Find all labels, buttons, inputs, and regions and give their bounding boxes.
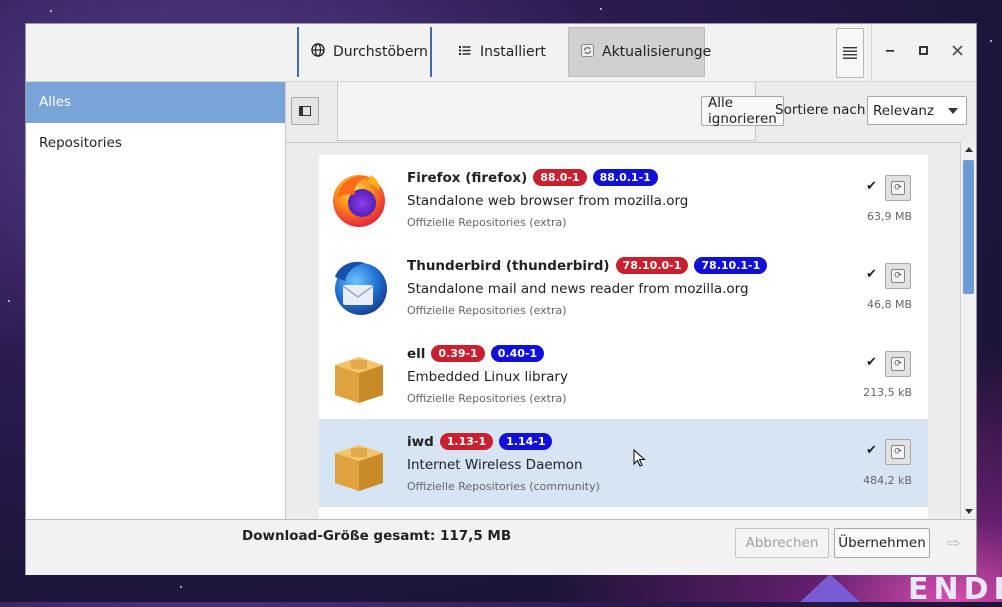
- app-window: Durchstöbern Installiert Aktualisierunge: [26, 24, 976, 575]
- sort-select-value: Relevanz: [873, 102, 935, 119]
- package-box-icon: [329, 433, 389, 493]
- package-repository: Offizielle Repositories (extra): [407, 392, 567, 405]
- package-description: Standalone web browser from mozilla.org: [407, 193, 689, 209]
- minimize-button[interactable]: [885, 40, 895, 56]
- cancel-button[interactable]: Abbrechen: [735, 528, 829, 558]
- checkmark-icon: ✔: [866, 179, 877, 194]
- update-list-scroll[interactable]: Firefox (firefox) 88.0-1 88.0.1-1 Standa…: [286, 142, 960, 520]
- sidebar-toggle-icon: [299, 106, 311, 116]
- sort-label: Sortiere nach: [775, 102, 866, 118]
- refresh-icon: [581, 43, 594, 61]
- list-item[interactable]: ell 0.39-1 0.40-1 Embedded Linux library…: [319, 331, 928, 419]
- sidebar-item-all[interactable]: Alles: [26, 82, 285, 123]
- new-version-badge: 0.40-1: [490, 345, 545, 362]
- list-icon: [458, 45, 472, 60]
- update-list: Firefox (firefox) 88.0-1 88.0.1-1 Standa…: [319, 155, 928, 520]
- package-name: ell: [407, 345, 426, 362]
- header-separator: [871, 24, 872, 81]
- list-item[interactable]: Firefox (firefox) 88.0-1 88.0.1-1 Standa…: [319, 155, 928, 243]
- package-title: Firefox (firefox) 88.0-1 88.0.1-1: [407, 169, 658, 186]
- new-version-badge: 78.10.1-1: [694, 257, 768, 274]
- close-button[interactable]: [952, 44, 963, 60]
- scroll-down-icon[interactable]: [965, 509, 973, 514]
- scroll-up-icon[interactable]: [965, 147, 973, 152]
- tab-installed[interactable]: Installiert: [446, 27, 570, 77]
- star: [8, 300, 10, 302]
- sidebar-toggle-button[interactable]: [291, 97, 319, 125]
- old-version-badge: 88.0-1: [533, 169, 587, 186]
- package-name: iwd: [407, 433, 434, 450]
- maximize-icon: [919, 46, 928, 55]
- checkmark-icon: ✔: [866, 267, 877, 282]
- new-version-badge: 1.14-1: [499, 433, 553, 450]
- tab-label: Installiert: [480, 44, 546, 60]
- package-repository: Offizielle Repositories (community): [407, 480, 600, 493]
- package-size: 213,5 kB: [863, 386, 912, 399]
- update-toggle-button[interactable]: ⟳: [885, 263, 911, 289]
- checkmark-icon: ✔: [866, 355, 877, 370]
- list-item[interactable]: iwd 1.13-1 1.14-1 Internet Wireless Daem…: [319, 419, 928, 507]
- refresh-icon: ⟳: [891, 181, 905, 195]
- main-content: Alle ignorieren Sortiere nach Relevanz F…: [286, 82, 976, 520]
- package-name: Thunderbird (thunderbird): [407, 257, 610, 274]
- star: [990, 40, 992, 42]
- old-version-badge: 0.39-1: [431, 345, 485, 362]
- package-description: Embedded Linux library: [407, 369, 568, 385]
- toolbar: Alle ignorieren Sortiere nach Relevanz: [286, 82, 976, 142]
- star: [600, 8, 602, 10]
- list-item[interactable]: Thunderbird (thunderbird) 78.10.0-1 78.1…: [319, 243, 928, 331]
- action-bar: Download-Größe gesamt: 117,5 MB Abbreche…: [26, 519, 976, 575]
- tab-updates[interactable]: Aktualisierunge: [568, 27, 711, 77]
- package-title: Thunderbird (thunderbird) 78.10.0-1 78.1…: [407, 257, 768, 274]
- scrollbar-thumb[interactable]: [963, 160, 974, 294]
- globe-icon: [311, 43, 325, 61]
- ignore-all-button[interactable]: Alle ignorieren: [701, 95, 784, 127]
- apply-button[interactable]: Übernehmen: [834, 528, 930, 558]
- package-description: Standalone mail and news reader from moz…: [407, 281, 749, 297]
- star: [180, 586, 182, 588]
- mouse-cursor-icon: [633, 448, 647, 473]
- package-title: iwd 1.13-1 1.14-1: [407, 433, 553, 450]
- header-bar: Durchstöbern Installiert Aktualisierunge: [26, 24, 976, 82]
- package-description: Internet Wireless Daemon: [407, 457, 583, 473]
- package-box-icon: [329, 345, 389, 405]
- hamburger-menu-button[interactable]: [836, 28, 864, 78]
- download-size-label: Download-Größe gesamt: 117,5 MB: [242, 528, 512, 544]
- maximize-button[interactable]: [919, 44, 929, 60]
- star: [50, 10, 52, 12]
- close-icon: [952, 45, 963, 56]
- thunderbird-icon: [329, 257, 389, 317]
- package-title: ell 0.39-1 0.40-1: [407, 345, 545, 362]
- old-version-badge: 78.10.0-1: [615, 257, 689, 274]
- tab-label: Aktualisierunge: [602, 44, 712, 60]
- refresh-icon: ⟳: [891, 357, 905, 371]
- package-size: 46,8 MB: [866, 298, 912, 311]
- sidebar: Alles Repositories: [26, 82, 286, 519]
- package-name: Firefox (firefox): [407, 169, 528, 186]
- checkmark-icon: ✔: [866, 443, 877, 458]
- refresh-icon: ⟳: [891, 445, 905, 459]
- firefox-icon: [329, 169, 389, 229]
- details-arrow-icon[interactable]: ⇨: [947, 533, 960, 552]
- old-version-badge: 1.13-1: [439, 433, 494, 450]
- toolbar-frame: Alle ignorieren: [337, 82, 784, 141]
- sort-select[interactable]: Relevanz: [867, 96, 967, 125]
- hamburger-icon: [843, 44, 857, 63]
- tab-label: Durchstöbern: [333, 44, 428, 60]
- desktop-logo-shape: [800, 574, 860, 602]
- package-repository: Offizielle Repositories (extra): [407, 304, 567, 317]
- chevron-down-icon: [948, 108, 958, 114]
- package-repository: Offizielle Repositories (extra): [407, 216, 567, 229]
- update-toggle-button[interactable]: ⟳: [885, 175, 911, 201]
- minimize-icon: [886, 50, 894, 52]
- update-toggle-button[interactable]: ⟳: [885, 439, 911, 465]
- new-version-badge: 88.0.1-1: [592, 169, 658, 186]
- refresh-icon: ⟳: [891, 269, 905, 283]
- tab-browse[interactable]: Durchstöbern: [297, 27, 432, 77]
- sidebar-item-repositories[interactable]: Repositories: [26, 123, 285, 164]
- package-size: 63,9 MB: [866, 210, 912, 223]
- update-toggle-button[interactable]: ⟳: [885, 351, 911, 377]
- package-size: 484,2 kB: [863, 474, 912, 487]
- vertical-scrollbar[interactable]: [960, 142, 976, 519]
